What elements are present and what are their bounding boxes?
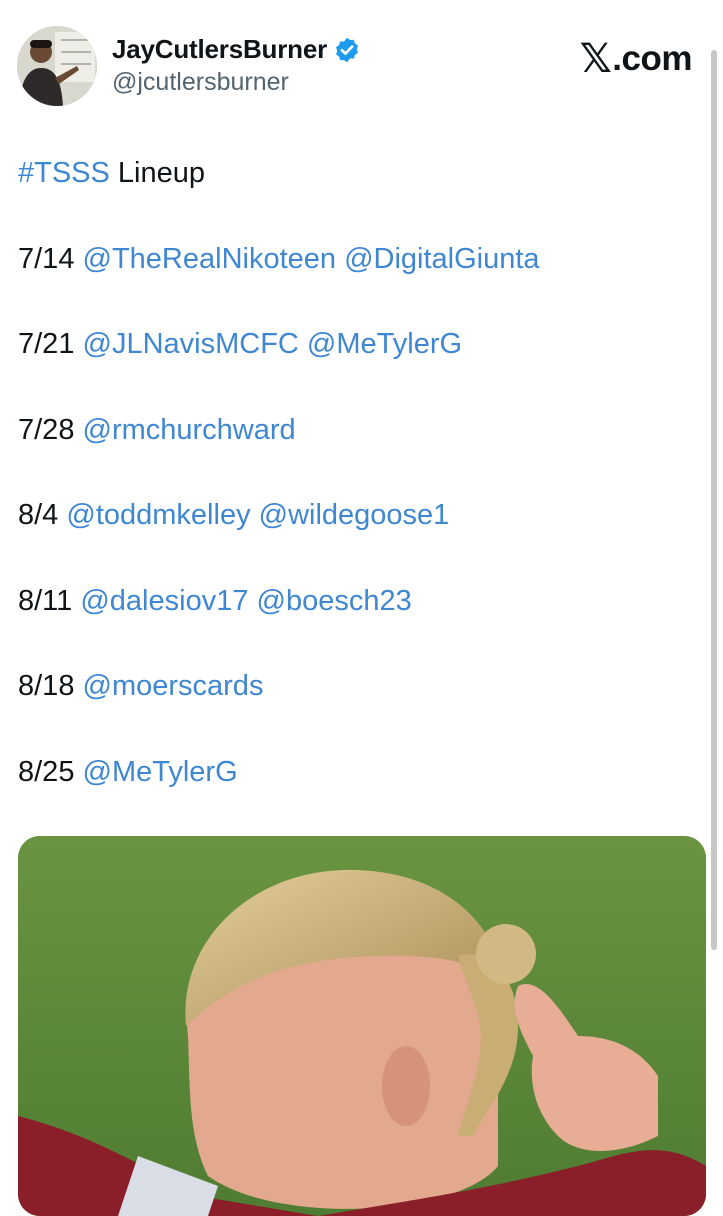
lineup-date: 7/21 [18, 328, 75, 360]
mention-link[interactable]: @wildegoose1 [259, 499, 450, 531]
lineup-date: 8/4 [18, 499, 59, 531]
lineup-date: 8/25 [18, 755, 75, 788]
soccer-player-gif [18, 836, 706, 1216]
tweet-text: #TSSS Lineup 7/14 @TheRealNikoteen @Digi… [18, 152, 540, 836]
mention-link[interactable]: @DigitalGiunta [344, 243, 539, 275]
author-handle[interactable]: @jcutlersburner [112, 68, 289, 97]
hashtag-link[interactable]: #TSSS [18, 157, 110, 189]
tweet-header: JayCutlersBurner @jcutlersburner 𝕏 .com [17, 26, 723, 108]
mention-link[interactable]: @TheRealNikoteen [83, 243, 337, 275]
verified-badge-icon [336, 37, 358, 62]
lineup-line: 8/18 @moerscards [18, 665, 540, 708]
mention-link[interactable]: @rmchurchward [83, 414, 296, 446]
mention-link[interactable]: @JLNavisMCFC [83, 328, 299, 360]
mention-link[interactable]: @toddmkelley [66, 499, 250, 531]
author-display-name[interactable]: JayCutlersBurner [112, 34, 327, 65]
mention-link[interactable]: @moerscards [83, 670, 264, 702]
lineup-line: 8/11 @dalesiov17 @boesch23 [18, 580, 540, 623]
mention-link[interactable]: @dalesiov17 [80, 585, 248, 617]
title-text: Lineup [109, 157, 206, 189]
author-name-row: JayCutlersBurner [112, 34, 361, 65]
lineup-date: 7/14 [18, 242, 75, 275]
lineup-date: 8/18 [18, 670, 75, 702]
mention-link[interactable]: @MeTylerG [83, 756, 238, 788]
tweet-media-image[interactable] [18, 836, 706, 1216]
mention-link[interactable]: @boesch23 [257, 585, 412, 617]
tweet-title-line: #TSSS Lineup [18, 152, 540, 195]
lineup-line: 7/28 @rmchurchward [18, 409, 540, 452]
mention-link[interactable]: @MeTylerG [307, 328, 462, 360]
scrollbar[interactable] [711, 50, 717, 950]
x-logo-icon: 𝕏 [579, 37, 612, 81]
avatar[interactable] [17, 26, 97, 106]
x-com-logo[interactable]: 𝕏 .com [579, 36, 693, 82]
x-com-text: .com [612, 39, 692, 78]
lineup-line: 8/25 @MeTylerG [18, 751, 540, 794]
lineup-date: 8/11 [18, 584, 73, 617]
avatar-image [17, 26, 97, 106]
lineup-date: 7/28 [18, 413, 75, 446]
lineup-line: 8/4 @toddmkelley @wildegoose1 [18, 494, 540, 537]
lineup-line: 7/21 @JLNavisMCFC @MeTylerG [18, 323, 540, 366]
lineup-line: 7/14 @TheRealNikoteen @DigitalGiunta [18, 238, 540, 281]
